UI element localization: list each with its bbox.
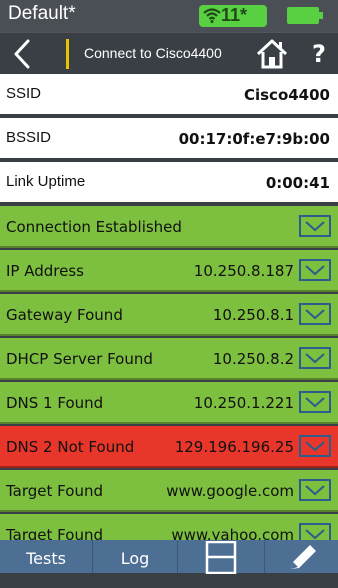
result-row-target-yahoo[interactable]: Target Found www.yahoo.com [0, 514, 338, 540]
result-row-dns2[interactable]: DNS 2 Not Found 129.196.196.25 [0, 426, 338, 468]
info-row-link-uptime: Link Uptime 0:00:41 [0, 162, 338, 204]
chevron-down-icon [305, 221, 325, 232]
result-label: IP Address [6, 262, 84, 280]
results-list: SSID Cisco4400 BSSID 00:17:0f:e7:9b:00 L… [0, 74, 338, 540]
info-label: SSID [6, 85, 42, 102]
result-label: Target Found [6, 482, 103, 500]
tab-tests[interactable]: Tests [0, 540, 93, 573]
result-row-target-google[interactable]: Target Found www.google.com [0, 470, 338, 512]
tab-log[interactable]: Log [93, 540, 178, 573]
result-row-dhcp[interactable]: DHCP Server Found 10.250.8.2 [0, 338, 338, 380]
back-button[interactable] [6, 35, 58, 73]
chevron-down-icon [305, 353, 325, 364]
result-row-dns1[interactable]: DNS 1 Found 10.250.1.221 [0, 382, 338, 424]
expand-button[interactable] [299, 435, 331, 457]
result-row-ip-address[interactable]: IP Address 10.250.8.187 [0, 250, 338, 292]
pencil-icon [290, 545, 316, 569]
info-row-ssid: SSID Cisco4400 [0, 74, 338, 116]
info-value: Cisco4400 [243, 86, 330, 104]
info-value: 0:00:41 [265, 174, 330, 192]
chevron-down-icon [305, 529, 325, 540]
profile-name[interactable]: Default* [8, 3, 76, 25]
result-label: DNS 1 Found [6, 394, 104, 412]
result-row-connection[interactable]: Connection Established [0, 206, 338, 248]
page-title: Connect to Cisco4400 [84, 45, 222, 61]
expand-button[interactable] [299, 259, 331, 281]
info-row-bssid: BSSID 00:17:0f:e7:9b:00 [0, 118, 338, 160]
result-value: 10.250.8.2 [212, 350, 294, 368]
wifi-status-badge[interactable]: 11* [199, 5, 267, 27]
result-label: Target Found [6, 526, 103, 540]
nav-bar: Connect to Cisco4400 ? [0, 32, 338, 75]
wifi-icon [203, 8, 221, 23]
save-icon [205, 540, 237, 575]
wifi-count: 11* [221, 5, 248, 25]
status-bar: Default* 11* [0, 0, 338, 32]
home-icon [256, 39, 288, 69]
chevron-down-icon [305, 441, 325, 452]
result-value: 10.250.8.1 [212, 306, 294, 324]
home-button[interactable] [254, 38, 290, 70]
result-value: 129.196.196.25 [174, 438, 294, 456]
chevron-down-icon [305, 265, 325, 276]
info-value: 00:17:0f:e7:9b:00 [178, 130, 330, 148]
help-button[interactable]: ? [304, 36, 334, 72]
edit-button[interactable] [265, 540, 338, 573]
expand-button[interactable] [299, 347, 331, 369]
result-label: Connection Established [6, 218, 182, 236]
chevron-down-icon [305, 309, 325, 320]
bottom-toolbar: Tests Log [0, 540, 338, 575]
expand-button[interactable] [299, 479, 331, 501]
chevron-down-icon [305, 485, 325, 496]
expand-button[interactable] [299, 391, 331, 413]
expand-button[interactable] [299, 523, 331, 540]
result-value: 10.250.1.221 [193, 394, 294, 412]
expand-button[interactable] [299, 215, 331, 237]
result-value: 10.250.8.187 [193, 262, 294, 280]
chevron-left-icon [14, 39, 30, 69]
result-row-gateway[interactable]: Gateway Found 10.250.8.1 [0, 294, 338, 336]
chevron-down-icon [305, 397, 325, 408]
save-button[interactable] [178, 540, 265, 575]
result-label: DHCP Server Found [6, 350, 153, 368]
result-value: www.google.com [166, 482, 294, 500]
expand-button[interactable] [299, 303, 331, 325]
result-label: Gateway Found [6, 306, 123, 324]
result-value: www.yahoo.com [171, 526, 294, 540]
result-label: DNS 2 Not Found [6, 438, 135, 456]
info-label: Link Uptime [6, 173, 86, 190]
info-label: BSSID [6, 129, 52, 146]
nav-divider [66, 39, 69, 69]
battery-icon [287, 7, 323, 24]
